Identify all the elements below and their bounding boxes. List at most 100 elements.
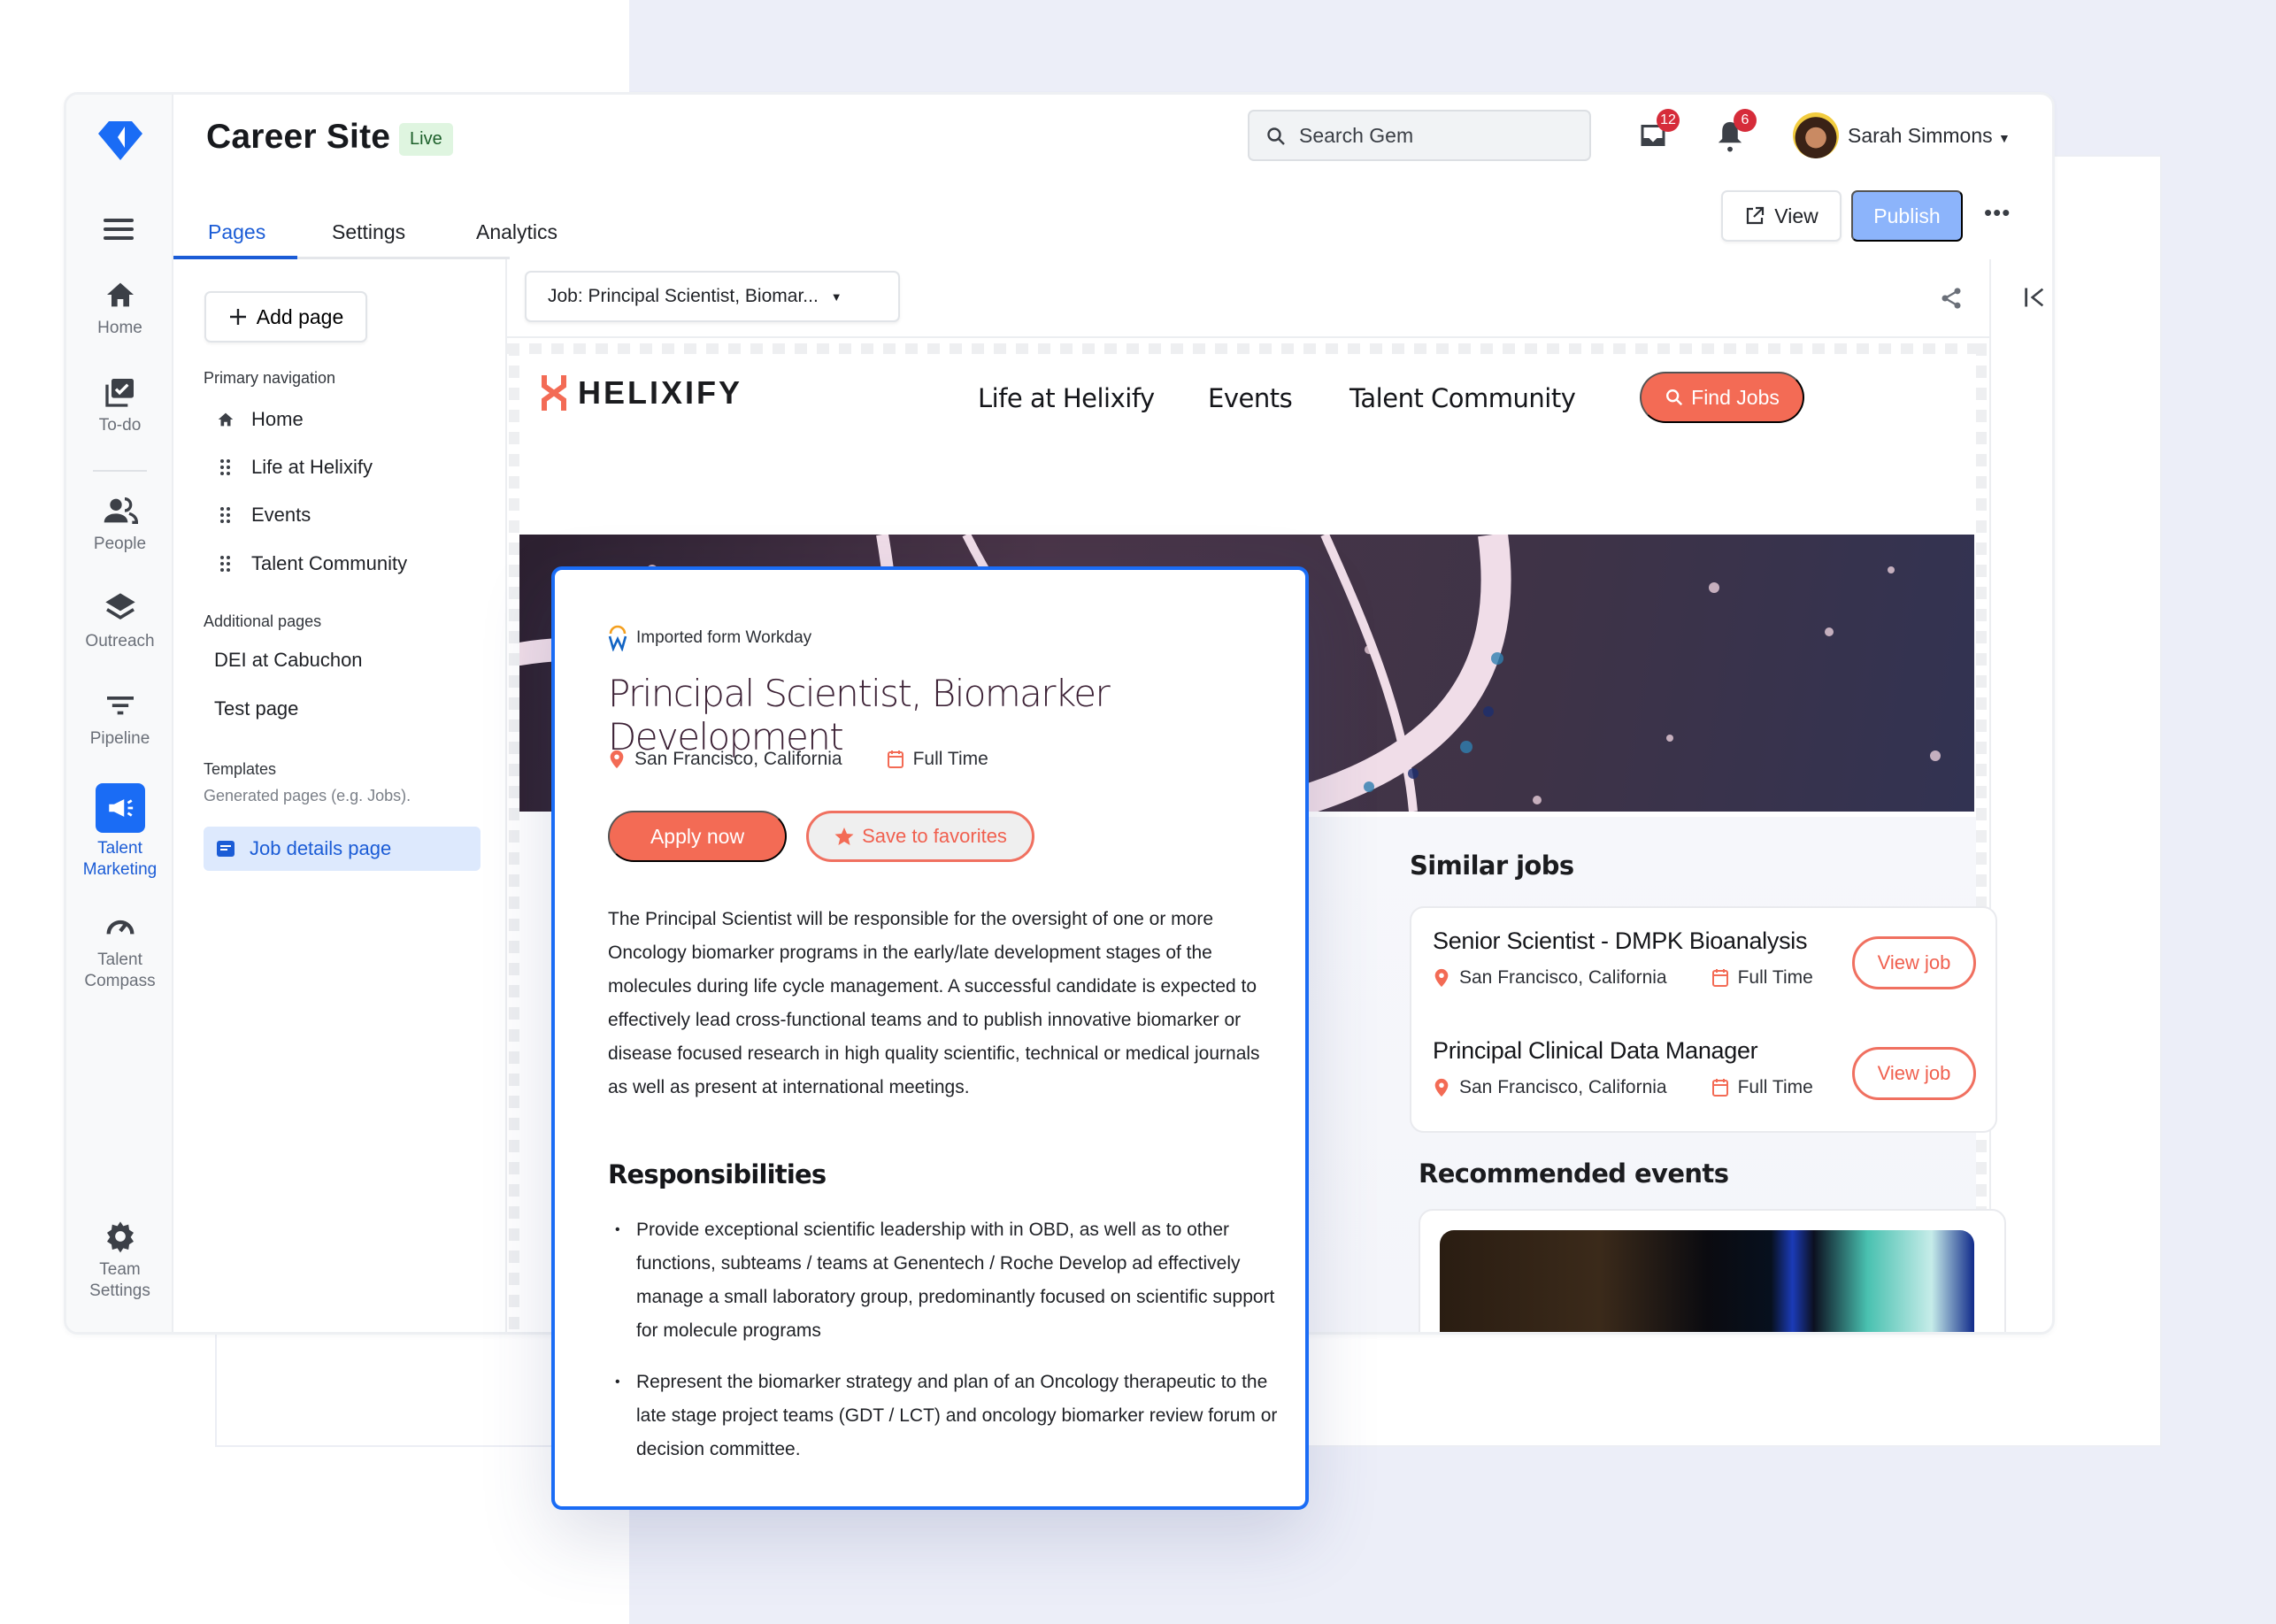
similar-job-title[interactable]: Senior Scientist - DMPK Bioanalysis — [1433, 927, 1813, 955]
responsibilities-heading: Responsibilities — [608, 1159, 827, 1189]
rail-label: People — [93, 535, 147, 553]
additional-pages-heading: Additional pages — [204, 612, 322, 630]
rail-item-talent-compass[interactable]: Talent Compass — [66, 909, 173, 992]
avatar[interactable] — [1793, 112, 1839, 158]
site-nav-events[interactable]: Events — [1208, 383, 1293, 413]
inbox-button[interactable]: 12 — [1637, 109, 1680, 155]
page-item-talent-community[interactable]: Talent Community — [216, 552, 407, 575]
home-icon — [218, 412, 234, 427]
drag-handle-icon[interactable] — [216, 458, 235, 477]
rail-item-todo[interactable]: To-do — [66, 374, 173, 436]
save-to-favorites-button[interactable]: Save to favorites — [806, 811, 1034, 862]
rail-label: Talent — [97, 839, 142, 858]
dashed-frame-left — [509, 343, 519, 1332]
star-icon — [834, 827, 854, 845]
more-options-icon[interactable]: ••• — [1984, 199, 2011, 227]
menu-icon[interactable] — [104, 219, 134, 240]
notification-count-badge: 6 — [1734, 109, 1757, 132]
similar-job-item: Senior Scientist - DMPK Bioanalysis San … — [1433, 927, 1813, 989]
page-item-label: Talent Community — [251, 552, 408, 574]
rail-item-outreach[interactable]: Outreach — [66, 590, 173, 652]
rail-label: Home — [97, 319, 142, 337]
page-item-label: Home — [251, 408, 304, 430]
share-icon[interactable] — [1939, 286, 1964, 311]
notifications-button[interactable]: 6 — [1714, 109, 1757, 155]
similar-jobs-card: Senior Scientist - DMPK Bioanalysis San … — [1410, 906, 1997, 1133]
filter-icon — [106, 697, 134, 715]
search-icon — [1666, 389, 1683, 406]
view-button[interactable]: View — [1721, 190, 1842, 242]
collapse-panel-icon[interactable] — [2022, 284, 2047, 311]
helixify-logo[interactable]: HELIXIFY — [541, 374, 742, 412]
rail-item-home[interactable]: Home — [66, 277, 173, 339]
similar-job-type: Full Time — [1737, 967, 1813, 988]
tab-pages[interactable]: Pages — [208, 220, 265, 258]
page-item-home[interactable]: Home — [216, 408, 304, 431]
add-page-label: Add page — [256, 304, 344, 328]
rail-label: Outreach — [85, 632, 155, 650]
dashed-frame-top — [507, 343, 1989, 354]
page-item-label: Life at Helixify — [251, 456, 373, 478]
job-description: The Principal Scientist will be responsi… — [608, 909, 1260, 1097]
page-item-dei[interactable]: DEI at Cabuchon — [214, 649, 363, 672]
add-page-button[interactable]: Add page — [204, 291, 367, 343]
rail-label: Pipeline — [89, 729, 150, 748]
page-item-events[interactable]: Events — [216, 504, 311, 527]
tab-settings[interactable]: Settings — [332, 220, 405, 258]
megaphone-icon — [95, 783, 145, 833]
status-badge: Live — [399, 123, 453, 156]
recommended-events-heading: Recommended events — [1419, 1158, 1729, 1189]
import-source-label: Imported form Workday — [636, 628, 812, 647]
similar-job-title[interactable]: Principal Clinical Data Manager — [1433, 1037, 1813, 1065]
template-icon — [217, 841, 235, 857]
view-job-button[interactable]: View job — [1852, 936, 1976, 989]
user-name: Sarah Simmons — [1848, 124, 1993, 147]
drag-handle-icon[interactable] — [216, 554, 235, 573]
caret-down-icon: ▼ — [830, 289, 842, 304]
job-select-dropdown[interactable]: Job: Principal Scientist, Biomar... ▼ — [525, 271, 900, 322]
layers-icon — [104, 593, 135, 620]
dashed-frame-right — [1976, 343, 1987, 1332]
similar-job-meta: San Francisco, California Full Time — [1433, 1077, 1813, 1098]
publish-button[interactable]: Publish — [1851, 190, 1963, 242]
drag-handle-icon[interactable] — [216, 505, 235, 525]
find-jobs-button[interactable]: Find Jobs — [1640, 372, 1804, 423]
rail-item-people[interactable]: People — [66, 493, 173, 555]
calendar-icon — [887, 750, 903, 768]
responsibility-item: Represent the biomarker strategy and pla… — [608, 1366, 1280, 1466]
import-source: Imported form Workday — [608, 625, 811, 651]
search-box[interactable] — [1248, 110, 1591, 161]
search-input[interactable] — [1299, 122, 1573, 149]
external-link-icon — [1747, 206, 1765, 225]
site-nav-life[interactable]: Life at Helixify — [978, 383, 1155, 413]
site-nav-talent-community[interactable]: Talent Community — [1349, 383, 1576, 413]
rail-label: Team — [99, 1260, 141, 1279]
job-location: San Francisco, California — [634, 749, 842, 769]
gem-logo-icon[interactable] — [98, 121, 142, 160]
rail-label: Talent — [97, 951, 142, 969]
view-job-button[interactable]: View job — [1852, 1047, 1976, 1100]
apply-now-button[interactable]: Apply now — [608, 811, 787, 862]
home-icon — [106, 282, 134, 307]
view-label: View — [1774, 204, 1818, 227]
find-jobs-label: Find Jobs — [1691, 385, 1780, 409]
people-icon — [104, 497, 138, 524]
page-item-label: Job details page — [250, 837, 392, 859]
user-menu[interactable]: Sarah Simmons ▼ — [1848, 124, 2011, 148]
calendar-icon — [1711, 1079, 1728, 1097]
calendar-icon — [1711, 969, 1728, 987]
page-item-life-at-helixify[interactable]: Life at Helixify — [216, 456, 373, 479]
location-pin-icon — [1434, 1078, 1449, 1097]
page-item-label: Events — [251, 504, 311, 526]
page-item-job-details[interactable]: Job details page — [204, 827, 481, 871]
tab-analytics[interactable]: Analytics — [476, 220, 557, 258]
rail-item-pipeline[interactable]: Pipeline — [66, 688, 173, 750]
event-card[interactable]: MAR — [1419, 1209, 2006, 1332]
search-icon — [1267, 127, 1285, 145]
gear-icon — [106, 1221, 134, 1253]
page-item-test-page[interactable]: Test page — [214, 697, 298, 720]
pages-panel: Add page Primary navigation Home Life at… — [173, 259, 507, 1332]
rail-item-talent-marketing[interactable]: Talent Marketing — [66, 783, 173, 881]
rail-item-team-settings[interactable]: Team Settings — [66, 1219, 173, 1302]
job-type: Full Time — [912, 749, 988, 769]
